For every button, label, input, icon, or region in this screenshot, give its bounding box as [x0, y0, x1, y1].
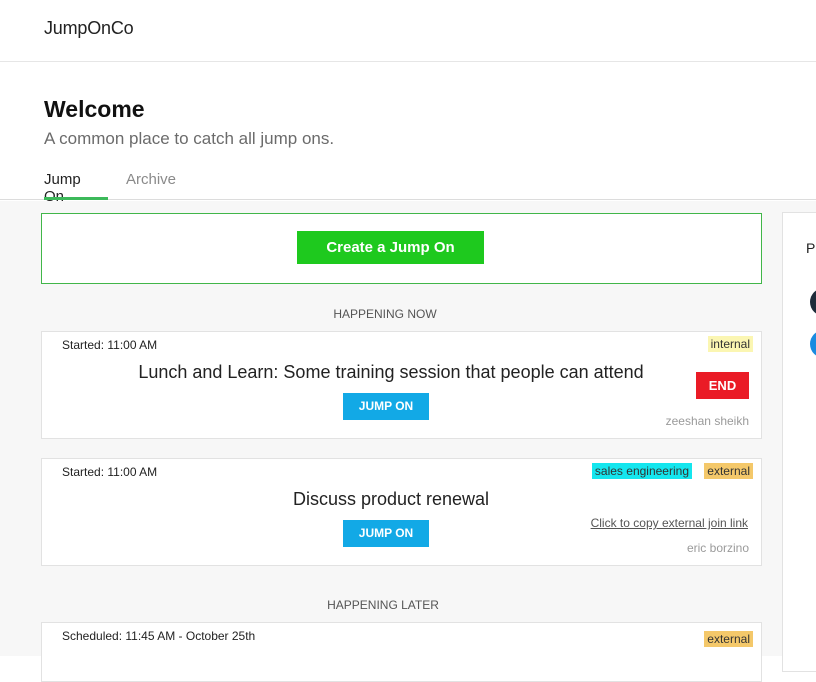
tab-archive[interactable]: Archive	[126, 171, 176, 199]
section-heading-later: HAPPENING LATER	[327, 598, 439, 612]
tag-external: external	[704, 631, 753, 647]
top-bar: JumpOnCo	[0, 0, 816, 62]
section-heading-now: HAPPENING NOW	[333, 307, 437, 321]
start-time: Started: 11:00 AM	[62, 338, 158, 352]
jump-on-card: Started: 11:00 AM sales engineering exte…	[41, 458, 762, 566]
avatar[interactable]	[810, 330, 816, 358]
owner-name: zeeshan sheikh	[665, 414, 749, 428]
tag-sales-engineering: sales engineering	[591, 463, 692, 479]
page-title: Welcome	[44, 96, 145, 122]
create-panel: Create a Jump On	[41, 213, 762, 284]
create-jump-on-button[interactable]: Create a Jump On	[297, 231, 484, 264]
start-time: Started: 11:00 AM	[62, 465, 158, 479]
main-content: Create a Jump On HAPPENING NOW Started: …	[0, 201, 816, 682]
hero-section: Welcome A common place to catch all jump…	[0, 63, 816, 205]
participants-panel: P	[782, 212, 816, 672]
scheduled-time: Scheduled: 11:45 AM - October 25th	[62, 629, 256, 643]
tag-external: external	[704, 463, 753, 479]
end-button[interactable]: END	[696, 372, 749, 399]
panel-title: P	[806, 240, 816, 256]
page-subtitle: A common place to catch all jump ons.	[44, 129, 335, 148]
jump-on-title: Lunch and Learn: Some training session t…	[138, 362, 644, 382]
jump-on-card: Scheduled: 11:45 AM - October 25th exter…	[41, 622, 762, 682]
copy-external-link[interactable]: Click to copy external join link	[591, 516, 748, 530]
jump-on-button[interactable]: JUMP ON	[343, 393, 429, 420]
tab-label: Archive	[126, 171, 177, 188]
owner-name: eric borzino	[686, 541, 749, 555]
avatar[interactable]	[810, 288, 816, 316]
jump-on-button[interactable]: JUMP ON	[343, 520, 429, 547]
tag-internal: internal	[707, 336, 753, 352]
tab-jump-on[interactable]: Jump On	[44, 171, 108, 205]
brand-logo[interactable]: JumpOnCo	[44, 18, 134, 39]
active-tab-indicator	[44, 197, 108, 200]
jump-on-card: Started: 11:00 AM internal Lunch and Lea…	[41, 331, 762, 439]
jump-on-title: Discuss product renewal	[292, 489, 490, 509]
